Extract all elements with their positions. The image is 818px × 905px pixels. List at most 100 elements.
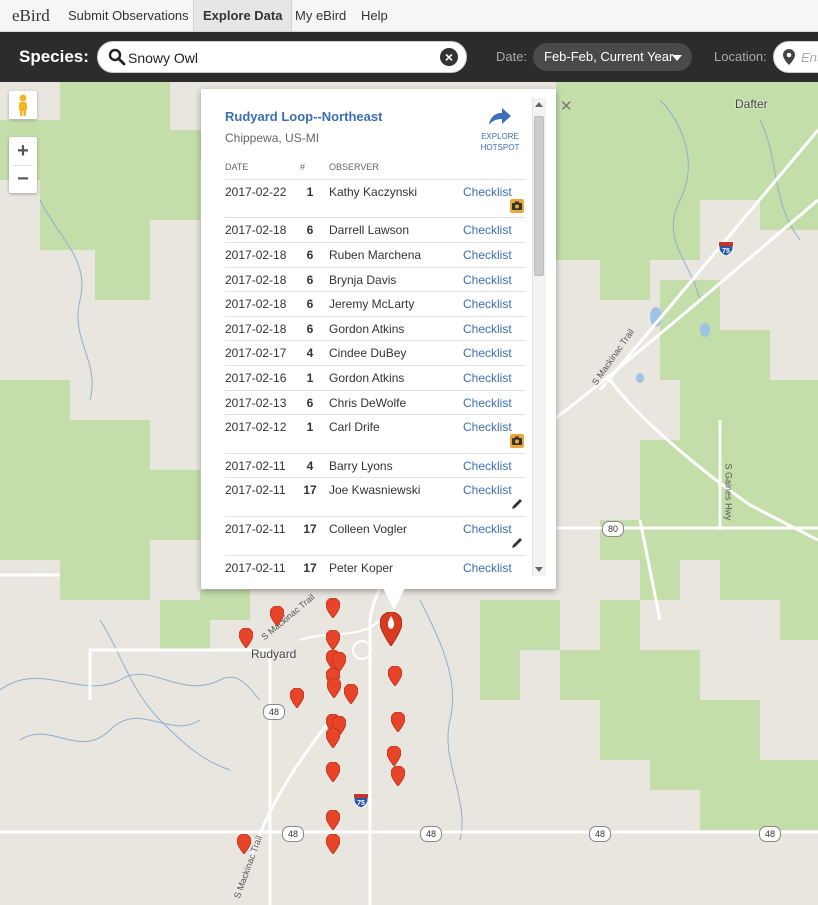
row-date: 2017-02-18 (225, 322, 287, 336)
observation-marker[interactable] (390, 711, 406, 733)
row-date: 2017-02-17 (225, 346, 287, 360)
observation-marker[interactable] (386, 745, 402, 767)
checklist-link[interactable]: Checklist (463, 483, 512, 497)
observation-marker[interactable] (343, 683, 359, 705)
svg-text:75: 75 (357, 800, 365, 807)
zoom-control: + − (9, 137, 37, 193)
row-date: 2017-02-11 (225, 459, 286, 473)
checklist-link[interactable]: Checklist (463, 371, 512, 385)
street-view-pegman[interactable] (9, 91, 37, 119)
column-header-observer: OBSERVER (329, 162, 379, 172)
observation-marker[interactable] (325, 629, 341, 651)
checklist-link[interactable]: Checklist (463, 346, 512, 360)
nav-help[interactable]: Help (352, 0, 397, 31)
pencil-icon[interactable] (510, 497, 524, 511)
checklist-link[interactable]: Checklist (463, 459, 512, 473)
camera-icon[interactable] (510, 434, 524, 448)
checklist-link[interactable]: Checklist (463, 223, 512, 237)
species-value: Snowy Owl (128, 50, 199, 66)
row-divider (225, 316, 525, 317)
observation-marker[interactable] (387, 665, 403, 687)
row-count: 6 (306, 223, 314, 237)
observation-marker[interactable] (325, 597, 341, 619)
row-count: 17 (303, 483, 317, 497)
ebird-logo[interactable]: eBird (12, 6, 50, 26)
row-divider (225, 390, 525, 391)
checklist-link[interactable]: Checklist (463, 522, 512, 536)
row-count: 6 (306, 248, 314, 262)
observation-marker[interactable] (238, 627, 254, 649)
row-count: 6 (306, 297, 314, 311)
observation-marker[interactable] (236, 833, 252, 855)
zoom-in-button[interactable]: + (9, 137, 37, 165)
observation-marker[interactable] (326, 677, 342, 699)
row-observer: Joe Kwasniewski (329, 483, 421, 497)
camera-icon[interactable] (510, 199, 524, 213)
hotspot-region: Chippewa, US-MI (225, 131, 320, 145)
zoom-out-button[interactable]: − (9, 165, 37, 193)
location-input[interactable]: Ent (773, 41, 818, 73)
species-search-input[interactable]: Snowy Owl × (97, 41, 467, 73)
row-divider (225, 340, 525, 341)
place-label-dafter: Dafter (735, 97, 768, 111)
row-date: 2017-02-18 (225, 223, 287, 237)
row-divider (225, 555, 525, 556)
scrollbar-thumb[interactable] (534, 116, 544, 276)
row-divider (225, 477, 525, 478)
nav-my-ebird[interactable]: My eBird (286, 0, 355, 31)
checklist-link[interactable]: Checklist (463, 396, 512, 410)
row-observer: Jeremy McLarty (329, 297, 415, 311)
explore-hotspot-link[interactable]: EXPLORE HOTSPOT (477, 108, 523, 153)
row-count: 1 (306, 185, 314, 199)
observation-marker[interactable] (390, 765, 406, 787)
scroll-up-arrow[interactable] (535, 102, 543, 107)
observation-marker[interactable] (325, 761, 341, 783)
checklist-link[interactable]: Checklist (463, 561, 512, 575)
checklist-link[interactable]: Checklist (463, 248, 512, 262)
observation-marker[interactable] (269, 605, 285, 627)
pegman-icon (19, 94, 27, 116)
row-count: 1 (306, 420, 314, 434)
hotspot-title-link[interactable]: Rudyard Loop--Northeast (225, 109, 382, 124)
row-divider (225, 516, 525, 517)
scroll-down-arrow[interactable] (535, 567, 543, 572)
row-count: 17 (303, 522, 317, 536)
interstate-75-shield: 75 (718, 240, 734, 257)
row-count: 4 (306, 346, 314, 360)
route-48-shield: 48 (282, 826, 304, 842)
top-navigation: eBird Submit Observations Explore Data M… (0, 0, 818, 32)
species-label: Species: (19, 47, 89, 66)
checklist-link[interactable]: Checklist (463, 420, 512, 434)
observation-marker[interactable] (325, 727, 341, 749)
row-divider (225, 267, 525, 268)
selected-hotspot-marker[interactable] (379, 611, 403, 647)
row-date: 2017-02-16 (225, 371, 287, 385)
column-header-date: DATE (225, 162, 249, 172)
checklist-link[interactable]: Checklist (463, 273, 512, 287)
column-header-count: # (300, 162, 306, 172)
row-observer: Peter Koper (329, 561, 394, 575)
observation-marker[interactable] (325, 833, 341, 855)
checklist-link[interactable]: Checklist (463, 297, 512, 311)
observation-marker[interactable] (289, 687, 305, 709)
explore-hotspot-label: EXPLORE HOTSPOT (480, 132, 520, 152)
date-range-value: Feb-Feb, Current Year (544, 49, 674, 64)
checklist-link[interactable]: Checklist (463, 185, 512, 199)
pencil-icon[interactable] (510, 536, 524, 550)
route-48-shield: 48 (420, 826, 442, 842)
checklist-link[interactable]: Checklist (463, 322, 512, 336)
nav-explore-data[interactable]: Explore Data (193, 0, 293, 31)
clear-icon[interactable]: × (440, 48, 458, 66)
row-date: 2017-02-12 (225, 420, 287, 434)
date-range-select[interactable]: Feb-Feb, Current Year (533, 43, 692, 71)
observation-marker[interactable] (325, 809, 341, 831)
location-pin-icon (783, 49, 795, 70)
nav-submit-observations[interactable]: Submit Observations (59, 0, 198, 31)
route-48-shield: 48 (589, 826, 611, 842)
row-date: 2017-02-11 (225, 561, 286, 575)
location-label: Location: (714, 49, 767, 64)
row-count: 4 (306, 459, 314, 473)
close-icon[interactable]: ✕ (560, 97, 573, 115)
header-divider (225, 179, 525, 180)
route-48-shield: 48 (263, 704, 285, 720)
